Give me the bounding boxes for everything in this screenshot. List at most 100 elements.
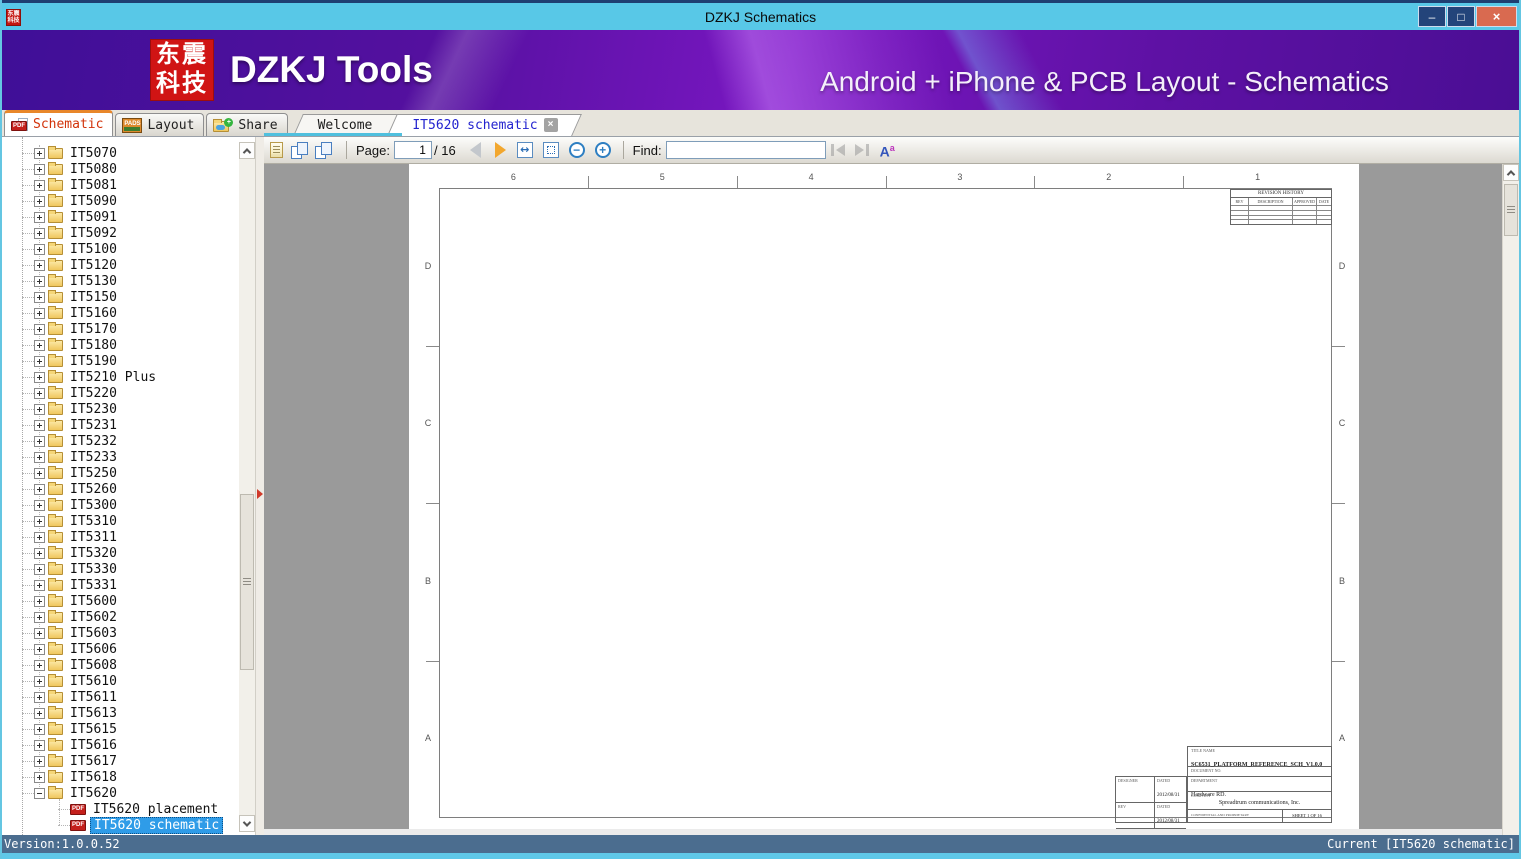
expand-icon[interactable] <box>34 291 45 303</box>
tree-item-folder[interactable]: IT5090 <box>2 193 239 209</box>
expand-icon[interactable] <box>34 371 45 383</box>
tree-item-folder[interactable]: IT5081 <box>2 177 239 193</box>
font-size-icon[interactable]: Aa <box>880 141 895 159</box>
zoom-out-icon[interactable]: − <box>568 142 585 158</box>
tree-item-folder[interactable]: IT5311 <box>2 529 239 545</box>
tree-item-folder[interactable]: IT5611 <box>2 689 239 705</box>
expand-icon[interactable] <box>34 563 45 575</box>
panel-splitter[interactable] <box>255 137 264 835</box>
expand-icon[interactable] <box>34 499 45 511</box>
tab-close-icon[interactable]: × <box>543 118 558 132</box>
tree-item-folder[interactable]: IT5618 <box>2 769 239 785</box>
tree-item-folder[interactable]: IT5616 <box>2 737 239 753</box>
expand-icon[interactable] <box>34 147 45 159</box>
expand-icon[interactable] <box>34 739 45 751</box>
rotate-counterclockwise-icon[interactable] <box>315 142 332 159</box>
tree-item-folder[interactable]: IT5613 <box>2 705 239 721</box>
tree-item-folder[interactable]: IT5260 <box>2 481 239 497</box>
tree-item-folder[interactable]: IT5120 <box>2 257 239 273</box>
tree-item-folder[interactable]: IT5330 <box>2 561 239 577</box>
doc-tab-it5620-schematic[interactable]: IT5620 schematic × <box>392 114 577 136</box>
minimize-button[interactable]: – <box>1418 6 1446 27</box>
maximize-button[interactable]: □ <box>1447 6 1475 27</box>
expand-icon[interactable] <box>34 547 45 559</box>
tree-item-folder[interactable]: IT5608 <box>2 657 239 673</box>
expand-icon[interactable] <box>34 355 45 367</box>
expand-icon[interactable] <box>34 771 45 783</box>
tree-item-folder[interactable]: IT5602 <box>2 609 239 625</box>
tree-item-folder[interactable]: IT5130 <box>2 273 239 289</box>
expand-icon[interactable] <box>34 579 45 591</box>
page-number-input[interactable] <box>393 141 432 159</box>
tree-item-folder[interactable]: IT5300 <box>2 497 239 513</box>
scroll-up-icon[interactable] <box>1503 164 1519 181</box>
scroll-up-icon[interactable] <box>239 142 255 159</box>
expand-icon[interactable] <box>34 435 45 447</box>
tree-item-folder[interactable]: IT5600 <box>2 593 239 609</box>
expand-icon[interactable] <box>34 723 45 735</box>
expand-icon[interactable] <box>34 675 45 687</box>
tree-item-folder[interactable]: IT5603 <box>2 625 239 641</box>
tree-item-folder[interactable]: IT5091 <box>2 209 239 225</box>
tree-item-folder[interactable]: IT5210 Plus <box>2 369 239 385</box>
tab-schematic[interactable]: PDF Schematic <box>4 110 114 136</box>
expand-icon[interactable] <box>34 195 45 207</box>
tree-item-folder[interactable]: IT5606 <box>2 641 239 657</box>
horizontal-scroll-track[interactable] <box>264 829 1502 835</box>
expand-icon[interactable] <box>34 211 45 223</box>
expand-icon[interactable] <box>34 259 45 271</box>
expand-icon[interactable] <box>34 275 45 287</box>
tree-item-folder[interactable]: IT5070 <box>2 145 239 161</box>
find-previous-icon[interactable] <box>830 144 845 156</box>
expand-icon[interactable] <box>34 659 45 671</box>
expand-icon[interactable] <box>34 387 45 399</box>
previous-page-icon[interactable] <box>469 142 481 158</box>
tree-item-folder[interactable]: IT5617 <box>2 753 239 769</box>
expand-icon[interactable] <box>34 755 45 767</box>
tree-item-folder[interactable]: IT5610 <box>2 673 239 689</box>
tree-item-pdf[interactable]: PDF IT5620 placement <box>2 801 239 817</box>
expand-icon[interactable] <box>34 403 45 415</box>
tree-item-folder[interactable]: IT5233 <box>2 449 239 465</box>
tree-scrollbar-thumb[interactable] <box>240 494 254 670</box>
tree-item-folder[interactable]: IT5231 <box>2 417 239 433</box>
expand-icon[interactable] <box>34 627 45 639</box>
tree-item-folder[interactable]: IT5160 <box>2 305 239 321</box>
tree-item-folder[interactable]: IT5615 <box>2 721 239 737</box>
expand-icon[interactable] <box>34 515 45 527</box>
expand-icon[interactable] <box>34 419 45 431</box>
viewer-scrollbar[interactable] <box>1502 164 1519 835</box>
expand-icon[interactable] <box>34 707 45 719</box>
expand-icon[interactable] <box>34 227 45 239</box>
find-input[interactable] <box>665 141 826 159</box>
tree-item-folder[interactable]: IT5220 <box>2 385 239 401</box>
tab-layout[interactable]: PADS Layout <box>115 113 205 136</box>
tree-item-folder[interactable]: IT5190 <box>2 353 239 369</box>
tree-item-folder[interactable]: IT5150 <box>2 289 239 305</box>
collapse-icon[interactable] <box>34 787 45 799</box>
document-icon[interactable] <box>270 142 283 158</box>
tree-item-folder[interactable]: IT5080 <box>2 161 239 177</box>
tree-item-folder[interactable]: IT5092 <box>2 225 239 241</box>
tree-item-folder[interactable]: IT5250 <box>2 465 239 481</box>
expand-icon[interactable] <box>34 643 45 655</box>
expand-icon[interactable] <box>34 691 45 703</box>
expand-icon[interactable] <box>34 483 45 495</box>
tree-item-folder[interactable]: IT5310 <box>2 513 239 529</box>
fit-page-icon[interactable] <box>542 142 559 158</box>
viewer-scrollbar-thumb[interactable] <box>1504 184 1518 236</box>
tree-scrollbar[interactable] <box>239 142 255 832</box>
expand-icon[interactable] <box>34 531 45 543</box>
fit-width-icon[interactable]: ↔ <box>516 142 533 158</box>
expand-icon[interactable] <box>34 595 45 607</box>
expand-icon[interactable] <box>34 243 45 255</box>
expand-icon[interactable] <box>34 323 45 335</box>
expand-icon[interactable] <box>34 179 45 191</box>
next-page-icon[interactable] <box>494 142 506 158</box>
scroll-down-icon[interactable] <box>239 815 255 832</box>
tree-item-folder[interactable]: IT5620 <box>2 785 239 801</box>
expand-icon[interactable] <box>34 339 45 351</box>
tree-item-folder[interactable]: IT5100 <box>2 241 239 257</box>
expand-icon[interactable] <box>34 611 45 623</box>
expand-icon[interactable] <box>34 307 45 319</box>
